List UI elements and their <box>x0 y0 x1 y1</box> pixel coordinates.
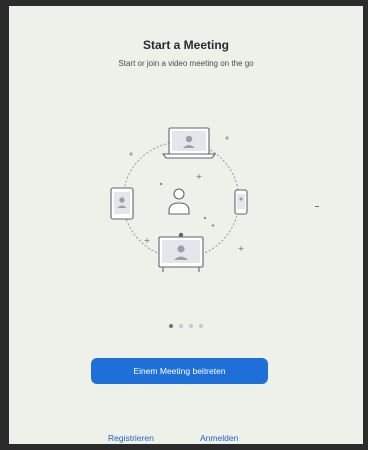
login-link[interactable]: Anmelden <box>200 433 238 443</box>
join-meeting-button[interactable]: Einem Meeting beitreten <box>91 358 268 384</box>
carousel-dot[interactable] <box>179 324 183 328</box>
carousel-page-indicator[interactable] <box>9 324 363 328</box>
user-icon <box>168 188 190 215</box>
meeting-illustration <box>110 127 248 272</box>
page-subtitle: Start or join a video meeting on the go <box>118 59 254 68</box>
app-screen: Start a Meeting Start or join a video me… <box>9 6 363 444</box>
phone-icon <box>234 189 248 215</box>
carousel-dot[interactable] <box>199 324 203 328</box>
laptop-icon <box>161 127 217 159</box>
conference-display-icon <box>158 232 204 272</box>
carousel-dot[interactable] <box>189 324 193 328</box>
tablet-icon <box>110 187 134 220</box>
page-title: Start a Meeting <box>142 38 229 52</box>
screen-mark <box>315 206 319 207</box>
register-link[interactable]: Registrieren <box>108 433 154 443</box>
carousel-dot[interactable] <box>169 324 173 328</box>
